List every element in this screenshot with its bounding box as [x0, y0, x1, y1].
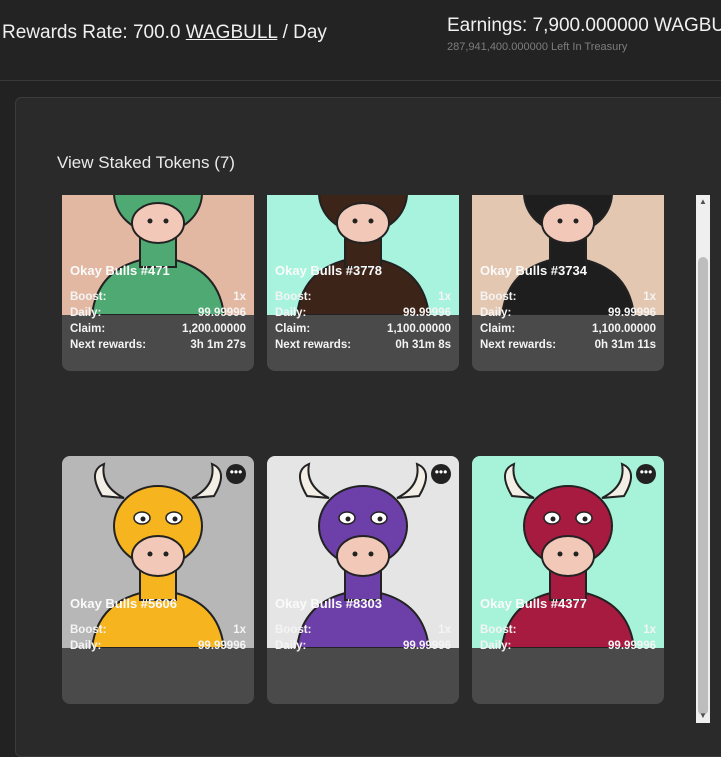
stat-label: Next rewards:: [480, 339, 557, 351]
staked-tokens-list[interactable]: Okay Bulls #471 Boost: 1x Daily: 99.99996 Cla…: [57, 195, 697, 723]
stat-value: 99.99996: [198, 640, 246, 652]
stat-value: 1,100.00000: [387, 323, 451, 335]
stat-label: Boost:: [70, 291, 107, 303]
stat-value: 99.99996: [403, 307, 451, 319]
token-card[interactable]: ••• Okay Bulls #5606 Boost: 1x Daily: 99.9999…: [62, 456, 254, 704]
token-card[interactable]: ••• Okay Bulls #4377 Boost: 1x Daily: 99.9999…: [472, 456, 664, 704]
stat-row-daily: Daily: 99.99996: [275, 638, 451, 654]
bull-image: [472, 456, 664, 648]
token-stats: Boost: 1x Daily: 99.99996: [480, 622, 656, 654]
stat-label: Daily:: [70, 640, 102, 652]
stat-row-claim: Claim: 1,100.00000: [275, 321, 451, 337]
stat-label: Claim:: [70, 323, 106, 335]
earnings-block: Earnings: 7,900.000000 WAGBULL 287,941,4…: [447, 15, 721, 53]
stat-label: Claim:: [480, 323, 516, 335]
stat-row-daily: Daily: 99.99996: [480, 638, 656, 654]
bull-image: [62, 456, 254, 648]
stat-row-boost: Boost: 1x: [275, 289, 451, 305]
stat-label: Daily:: [480, 307, 512, 319]
stat-value: 1,100.00000: [592, 323, 656, 335]
stat-value: 99.99996: [608, 307, 656, 319]
stat-label: Daily:: [275, 307, 307, 319]
stat-row-boost: Boost: 1x: [480, 622, 656, 638]
earnings-total: Earnings: 7,900.000000 WAGBULL: [447, 15, 721, 36]
stat-value: 1x: [643, 624, 656, 636]
stat-label: Daily:: [70, 307, 102, 319]
more-options-icon[interactable]: •••: [636, 464, 656, 484]
stat-label: Boost:: [275, 291, 312, 303]
stat-row-boost: Boost: 1x: [275, 622, 451, 638]
token-name: Okay Bulls #471: [70, 263, 170, 278]
stat-row-boost: Boost: 1x: [70, 622, 246, 638]
token-card[interactable]: Okay Bulls #471 Boost: 1x Daily: 99.99996 Cla…: [62, 195, 254, 371]
rewards-rate: Rewards Rate: 700.0 WAGBULL / Day: [2, 22, 327, 44]
stat-label: Boost:: [275, 624, 312, 636]
stat-row-daily: Daily: 99.99996: [70, 305, 246, 321]
stat-value: 1,200.00000: [182, 323, 246, 335]
stat-label: Daily:: [275, 640, 307, 652]
stat-value: 1x: [233, 291, 246, 303]
stat-row-daily: Daily: 99.99996: [480, 305, 656, 321]
token-name: Okay Bulls #8303: [275, 596, 382, 611]
scroll-up-icon[interactable]: ▲: [696, 195, 710, 209]
scroll-down-icon[interactable]: ▼: [696, 709, 710, 723]
stat-label: Boost:: [70, 624, 107, 636]
panel-title: View Staked Tokens (7): [57, 153, 235, 172]
stat-label: Daily:: [480, 640, 512, 652]
stat-row-next: Next rewards: 0h 31m 11s: [480, 337, 656, 353]
stat-value: 99.99996: [198, 307, 246, 319]
token-name: Okay Bulls #5606: [70, 596, 177, 611]
list-scrollbar[interactable]: ▲ ▼: [696, 195, 710, 723]
rate-suffix: / Day: [282, 22, 327, 43]
bull-artwork: [62, 195, 254, 315]
bull-artwork: [472, 195, 664, 315]
stat-value: 1x: [233, 624, 246, 636]
stat-label: Next rewards:: [275, 339, 352, 351]
token-card[interactable]: ••• Okay Bulls #8303 Boost: 1x Daily: 99.9999…: [267, 456, 459, 704]
token-link[interactable]: WAGBULL: [186, 22, 278, 43]
stat-value: 1x: [643, 291, 656, 303]
token-card[interactable]: Okay Bulls #3734 Boost: 1x Daily: 99.99996 Cl…: [472, 195, 664, 371]
stat-value: 1x: [438, 291, 451, 303]
stat-row-next: Next rewards: 0h 31m 8s: [275, 337, 451, 353]
stat-label: Next rewards:: [70, 339, 147, 351]
token-name: Okay Bulls #4377: [480, 596, 587, 611]
stat-label: Claim:: [275, 323, 311, 335]
token-name: Okay Bulls #3778: [275, 263, 382, 278]
more-options-icon[interactable]: •••: [431, 464, 451, 484]
token-stats: Boost: 1x Daily: 99.99996: [275, 622, 451, 654]
top-bar: Rewards Rate: 700.0 WAGBULL / Day Earnin…: [0, 0, 721, 81]
stat-value: 99.99996: [403, 640, 451, 652]
stat-value: 0h 31m 8s: [395, 339, 451, 351]
stat-label: Boost:: [480, 624, 517, 636]
token-name: Okay Bulls #3734: [480, 263, 587, 278]
stat-row-claim: Claim: 1,100.00000: [480, 321, 656, 337]
stat-value: 0h 31m 11s: [594, 339, 656, 351]
token-stats: Boost: 1x Daily: 99.99996 Claim: 1,200.00000 N…: [70, 289, 246, 353]
token-stats: Boost: 1x Daily: 99.99996 Claim: 1,100.00000 N…: [480, 289, 656, 353]
stat-value: 3h 1m 27s: [190, 339, 246, 351]
scroll-thumb[interactable]: [698, 257, 708, 715]
bull-artwork: [267, 195, 459, 315]
stat-value: 99.99996: [608, 640, 656, 652]
bull-image: [267, 456, 459, 648]
stat-label: Boost:: [480, 291, 517, 303]
treasury-remaining: 287,941,400.000000 Left In Treasury: [447, 41, 628, 53]
stat-row-next: Next rewards: 3h 1m 27s: [70, 337, 246, 353]
stat-row-daily: Daily: 99.99996: [70, 638, 246, 654]
token-stats: Boost: 1x Daily: 99.99996: [70, 622, 246, 654]
stat-row-boost: Boost: 1x: [480, 289, 656, 305]
token-stats: Boost: 1x Daily: 99.99996 Claim: 1,100.00000 N…: [275, 289, 451, 353]
stat-row-claim: Claim: 1,200.00000: [70, 321, 246, 337]
more-options-icon[interactable]: •••: [226, 464, 246, 484]
token-card[interactable]: Okay Bulls #3778 Boost: 1x Daily: 99.99996 Cl…: [267, 195, 459, 371]
stat-row-daily: Daily: 99.99996: [275, 305, 451, 321]
stat-value: 1x: [438, 624, 451, 636]
rate-prefix: Rewards Rate: 700.0: [2, 22, 181, 43]
stat-row-boost: Boost: 1x: [70, 289, 246, 305]
